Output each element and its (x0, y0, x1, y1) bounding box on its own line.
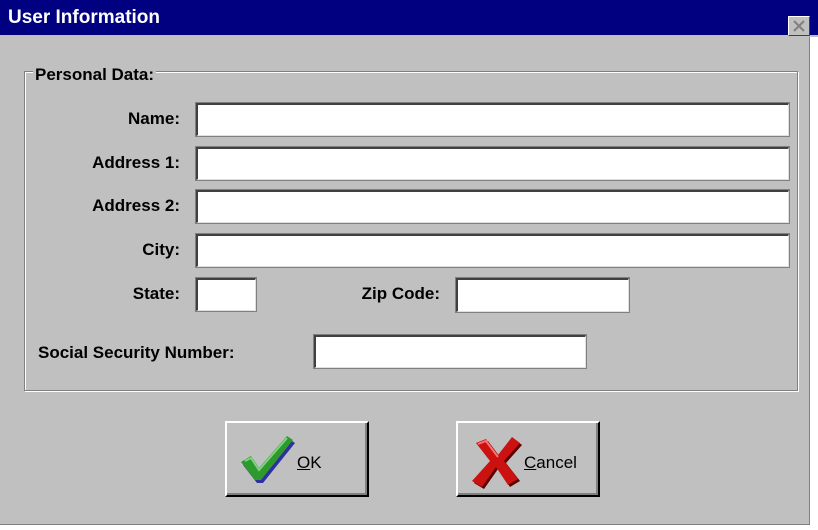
ssn-label: Social Security Number: (38, 343, 235, 362)
state-label: State: (132, 284, 180, 303)
user-information-dialog: User Information Personal Data: Name: Ad… (0, 0, 818, 525)
ok-button-label: OK (297, 453, 322, 473)
close-icon (793, 20, 805, 32)
ok-mnemonic: O (297, 453, 311, 472)
city-label: City: (142, 240, 180, 259)
name-label: Name: (128, 109, 180, 128)
group-legend: Personal Data: (33, 65, 157, 84)
checkmark-icon (241, 436, 295, 483)
cancel-button-label: Cancel (524, 453, 577, 473)
zip-code-label: Zip Code: (361, 284, 440, 303)
window-title: User Information (8, 7, 161, 28)
ok-button[interactable]: OK (225, 421, 369, 497)
zip-code-field[interactable] (455, 277, 630, 313)
name-field[interactable] (195, 102, 790, 137)
close-button[interactable] (788, 16, 810, 36)
title-bar[interactable]: User Information (0, 0, 818, 37)
ssn-field[interactable] (313, 334, 587, 369)
address2-field[interactable] (195, 189, 790, 224)
x-mark-icon (472, 437, 522, 489)
address1-label: Address 1: (92, 153, 180, 172)
address2-label: Address 2: (92, 196, 180, 215)
cancel-button[interactable]: Cancel (456, 421, 600, 497)
cancel-label-rest: ancel (536, 453, 577, 472)
state-field[interactable] (195, 277, 257, 312)
city-field[interactable] (195, 233, 790, 268)
cancel-mnemonic: C (524, 453, 537, 472)
ok-label-rest: K (310, 453, 322, 472)
address1-field[interactable] (195, 146, 790, 181)
